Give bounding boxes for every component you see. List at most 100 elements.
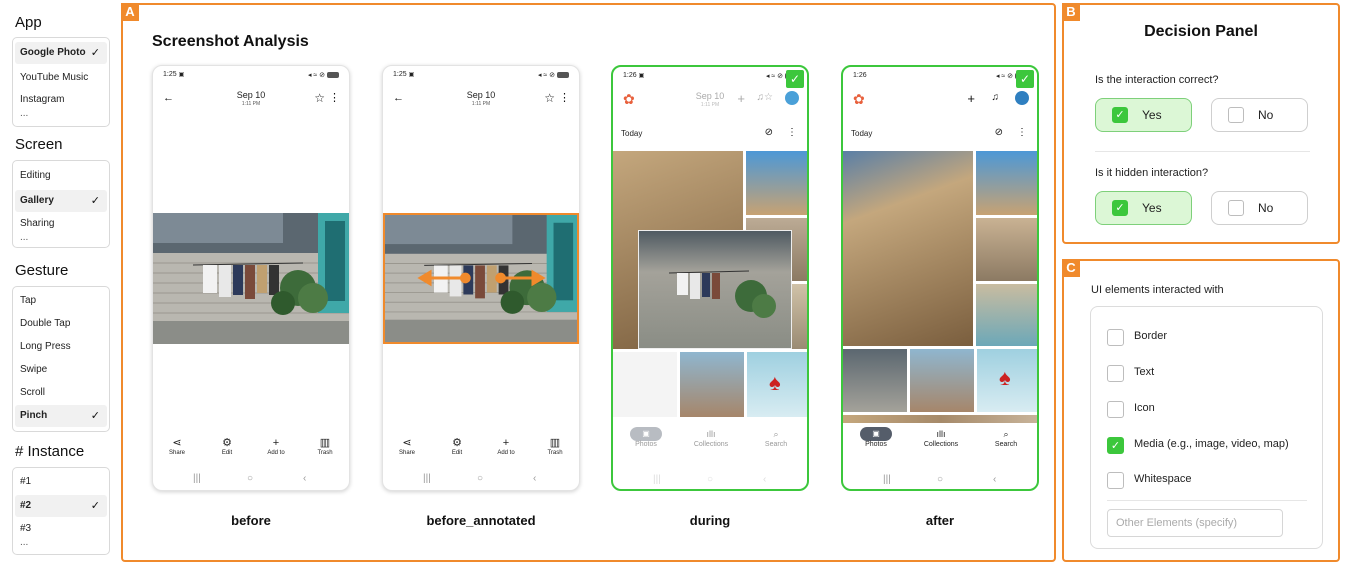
trash-button[interactable]: ▥ Trash	[535, 436, 575, 456]
gallery-photo-beach[interactable]	[976, 284, 1037, 346]
question-correct: Is the interaction correct?	[1095, 74, 1219, 86]
star-icon[interactable]: ☆	[544, 91, 555, 105]
gallery-photo-tower[interactable]	[976, 151, 1037, 215]
more-vert-icon[interactable]: ⋮	[1017, 127, 1027, 138]
status-time: 1:26	[853, 72, 867, 79]
correct-yes-button[interactable]: ✓ Yes	[1095, 98, 1192, 132]
divider	[1095, 151, 1310, 152]
gesture-option-swipe[interactable]: Swipe	[13, 359, 109, 381]
select-icon[interactable]: ⊘	[765, 127, 773, 138]
edit-icon: ⚙	[452, 437, 462, 449]
app-options: Google Photo ✓ YouTube Music Instagram ..…	[12, 37, 110, 127]
recents-icon[interactable]: |||	[423, 473, 431, 484]
avatar[interactable]	[785, 91, 799, 105]
add-to-button[interactable]: + Add to	[486, 436, 526, 456]
instance-option-2[interactable]: #2 ✓	[15, 495, 107, 517]
share-button[interactable]: ⋖ Share	[157, 436, 197, 456]
bell-icon[interactable]: ♫☆	[757, 92, 773, 103]
answer-label: Yes	[1142, 108, 1162, 122]
panel-tag-b: B	[1062, 3, 1080, 21]
tab-photos[interactable]: ▣ Photos	[616, 427, 676, 448]
edit-button[interactable]: ⚙ Edit	[437, 436, 477, 456]
answer-label: No	[1258, 108, 1274, 122]
share-icon: ⋖	[172, 437, 182, 449]
instance-option-1[interactable]: #1	[13, 471, 109, 493]
gesture-option-scroll[interactable]: Scroll	[13, 382, 109, 404]
more-options: ...	[20, 108, 29, 119]
action-label: Trash	[317, 450, 333, 456]
back-nav-icon[interactable]: ‹	[763, 474, 766, 485]
photo-image-annotated[interactable]	[383, 213, 579, 344]
more-vert-icon[interactable]: ⋮	[329, 91, 340, 104]
gallery-photo-cliff[interactable]	[910, 349, 974, 412]
gallery-photo-guitar[interactable]: ♠	[747, 352, 807, 417]
star-icon[interactable]: ☆	[314, 91, 325, 105]
gallery-today: Today	[851, 129, 873, 138]
correct-no-button[interactable]: No	[1211, 98, 1308, 132]
gallery-more-row	[843, 415, 1037, 423]
plus-icon: +	[272, 437, 280, 449]
phone-after: 1:26 ◂ ≈ ⊘ ✓ ✿ + ♫ Today ⊘ ⋮ ♠ ▣ Photos ıl…	[841, 65, 1039, 491]
check-icon: ✓	[90, 195, 100, 207]
home-icon[interactable]: ○	[247, 473, 253, 484]
app-option-google-photo[interactable]: Google Photo ✓	[15, 42, 107, 64]
back-nav-icon[interactable]: ‹	[303, 473, 306, 484]
photo-image[interactable]	[153, 213, 349, 344]
tab-photos[interactable]: ▣ Photos	[846, 427, 906, 448]
tab-collections[interactable]: ıllı Collections	[681, 427, 741, 448]
gesture-option-tap[interactable]: Tap	[13, 290, 109, 312]
edit-button[interactable]: ⚙ Edit	[207, 436, 247, 456]
screen-section-title: Screen	[15, 136, 63, 153]
google-photos-logo-icon: ✿	[853, 91, 865, 107]
checkbox	[1107, 329, 1124, 346]
tab-search[interactable]: ⌕ Search	[746, 427, 806, 448]
bell-icon[interactable]: ♫	[992, 92, 1000, 103]
recents-icon[interactable]: |||	[883, 474, 891, 485]
question-hidden: Is it hidden interaction?	[1095, 167, 1209, 179]
gesture-option-double-tap[interactable]: Double Tap	[13, 313, 109, 335]
more-vert-icon[interactable]: ⋮	[787, 127, 797, 138]
plus-icon[interactable]: +	[967, 91, 975, 106]
add-to-button[interactable]: + Add to	[256, 436, 296, 456]
more-vert-icon[interactable]: ⋮	[559, 91, 570, 104]
check-icon: ✓	[1016, 70, 1034, 88]
tab-collections[interactable]: ıllı Collections	[911, 427, 971, 448]
share-button[interactable]: ⋖ Share	[387, 436, 427, 456]
trash-icon: ▥	[549, 437, 561, 449]
gesture-section-title: Gesture	[15, 262, 69, 279]
trash-icon: ▥	[319, 437, 331, 449]
home-icon[interactable]: ○	[937, 474, 943, 485]
recents-icon[interactable]: |||	[653, 474, 661, 485]
screen-option-gallery[interactable]: Gallery ✓	[15, 190, 107, 212]
phone-before: 1:25 ▣ ◂ ≈ ⊘ ← Sep 10 1:11 PM ☆ ⋮ ⋖ Shar…	[152, 65, 350, 491]
tab-search[interactable]: ⌕ Search	[976, 427, 1036, 448]
check-icon: ✓	[1107, 437, 1124, 454]
zooming-photo[interactable]	[638, 230, 792, 349]
gallery-today: Today	[621, 129, 643, 138]
gallery-photo-clothesline[interactable]	[843, 349, 907, 412]
trash-button[interactable]: ▥ Trash	[305, 436, 345, 456]
top-bar: ✿ Sep 10 1:11 PM + ♫☆	[613, 91, 807, 113]
screen-option-editing[interactable]: Editing	[13, 165, 109, 187]
recents-icon[interactable]: |||	[193, 473, 201, 484]
home-icon[interactable]: ○	[707, 474, 713, 485]
gallery-photo-tower[interactable]	[746, 151, 807, 215]
back-nav-icon[interactable]: ‹	[993, 474, 996, 485]
back-nav-icon[interactable]: ‹	[533, 473, 536, 484]
gesture-option-pinch[interactable]: Pinch ✓	[15, 405, 107, 427]
plus-icon[interactable]: +	[737, 91, 745, 106]
photos-tab-icon: ▣	[630, 427, 662, 441]
avatar[interactable]	[1015, 91, 1029, 105]
gallery-photo-street[interactable]	[843, 151, 973, 346]
app-option-youtube-music[interactable]: YouTube Music	[13, 67, 109, 89]
other-elements-input[interactable]	[1107, 509, 1283, 537]
home-icon[interactable]: ○	[477, 473, 483, 484]
gesture-option-long-press[interactable]: Long Press	[13, 336, 109, 358]
gallery-photo-guitar[interactable]: ♠	[977, 349, 1037, 412]
select-icon[interactable]: ⊘	[995, 127, 1003, 138]
gallery-photo-cliff[interactable]	[680, 352, 744, 417]
photo-date: Sep 10	[695, 91, 725, 101]
gallery-photo-boat[interactable]	[976, 218, 1037, 281]
hidden-no-button[interactable]: No	[1211, 191, 1308, 225]
hidden-yes-button[interactable]: ✓ Yes	[1095, 191, 1192, 225]
